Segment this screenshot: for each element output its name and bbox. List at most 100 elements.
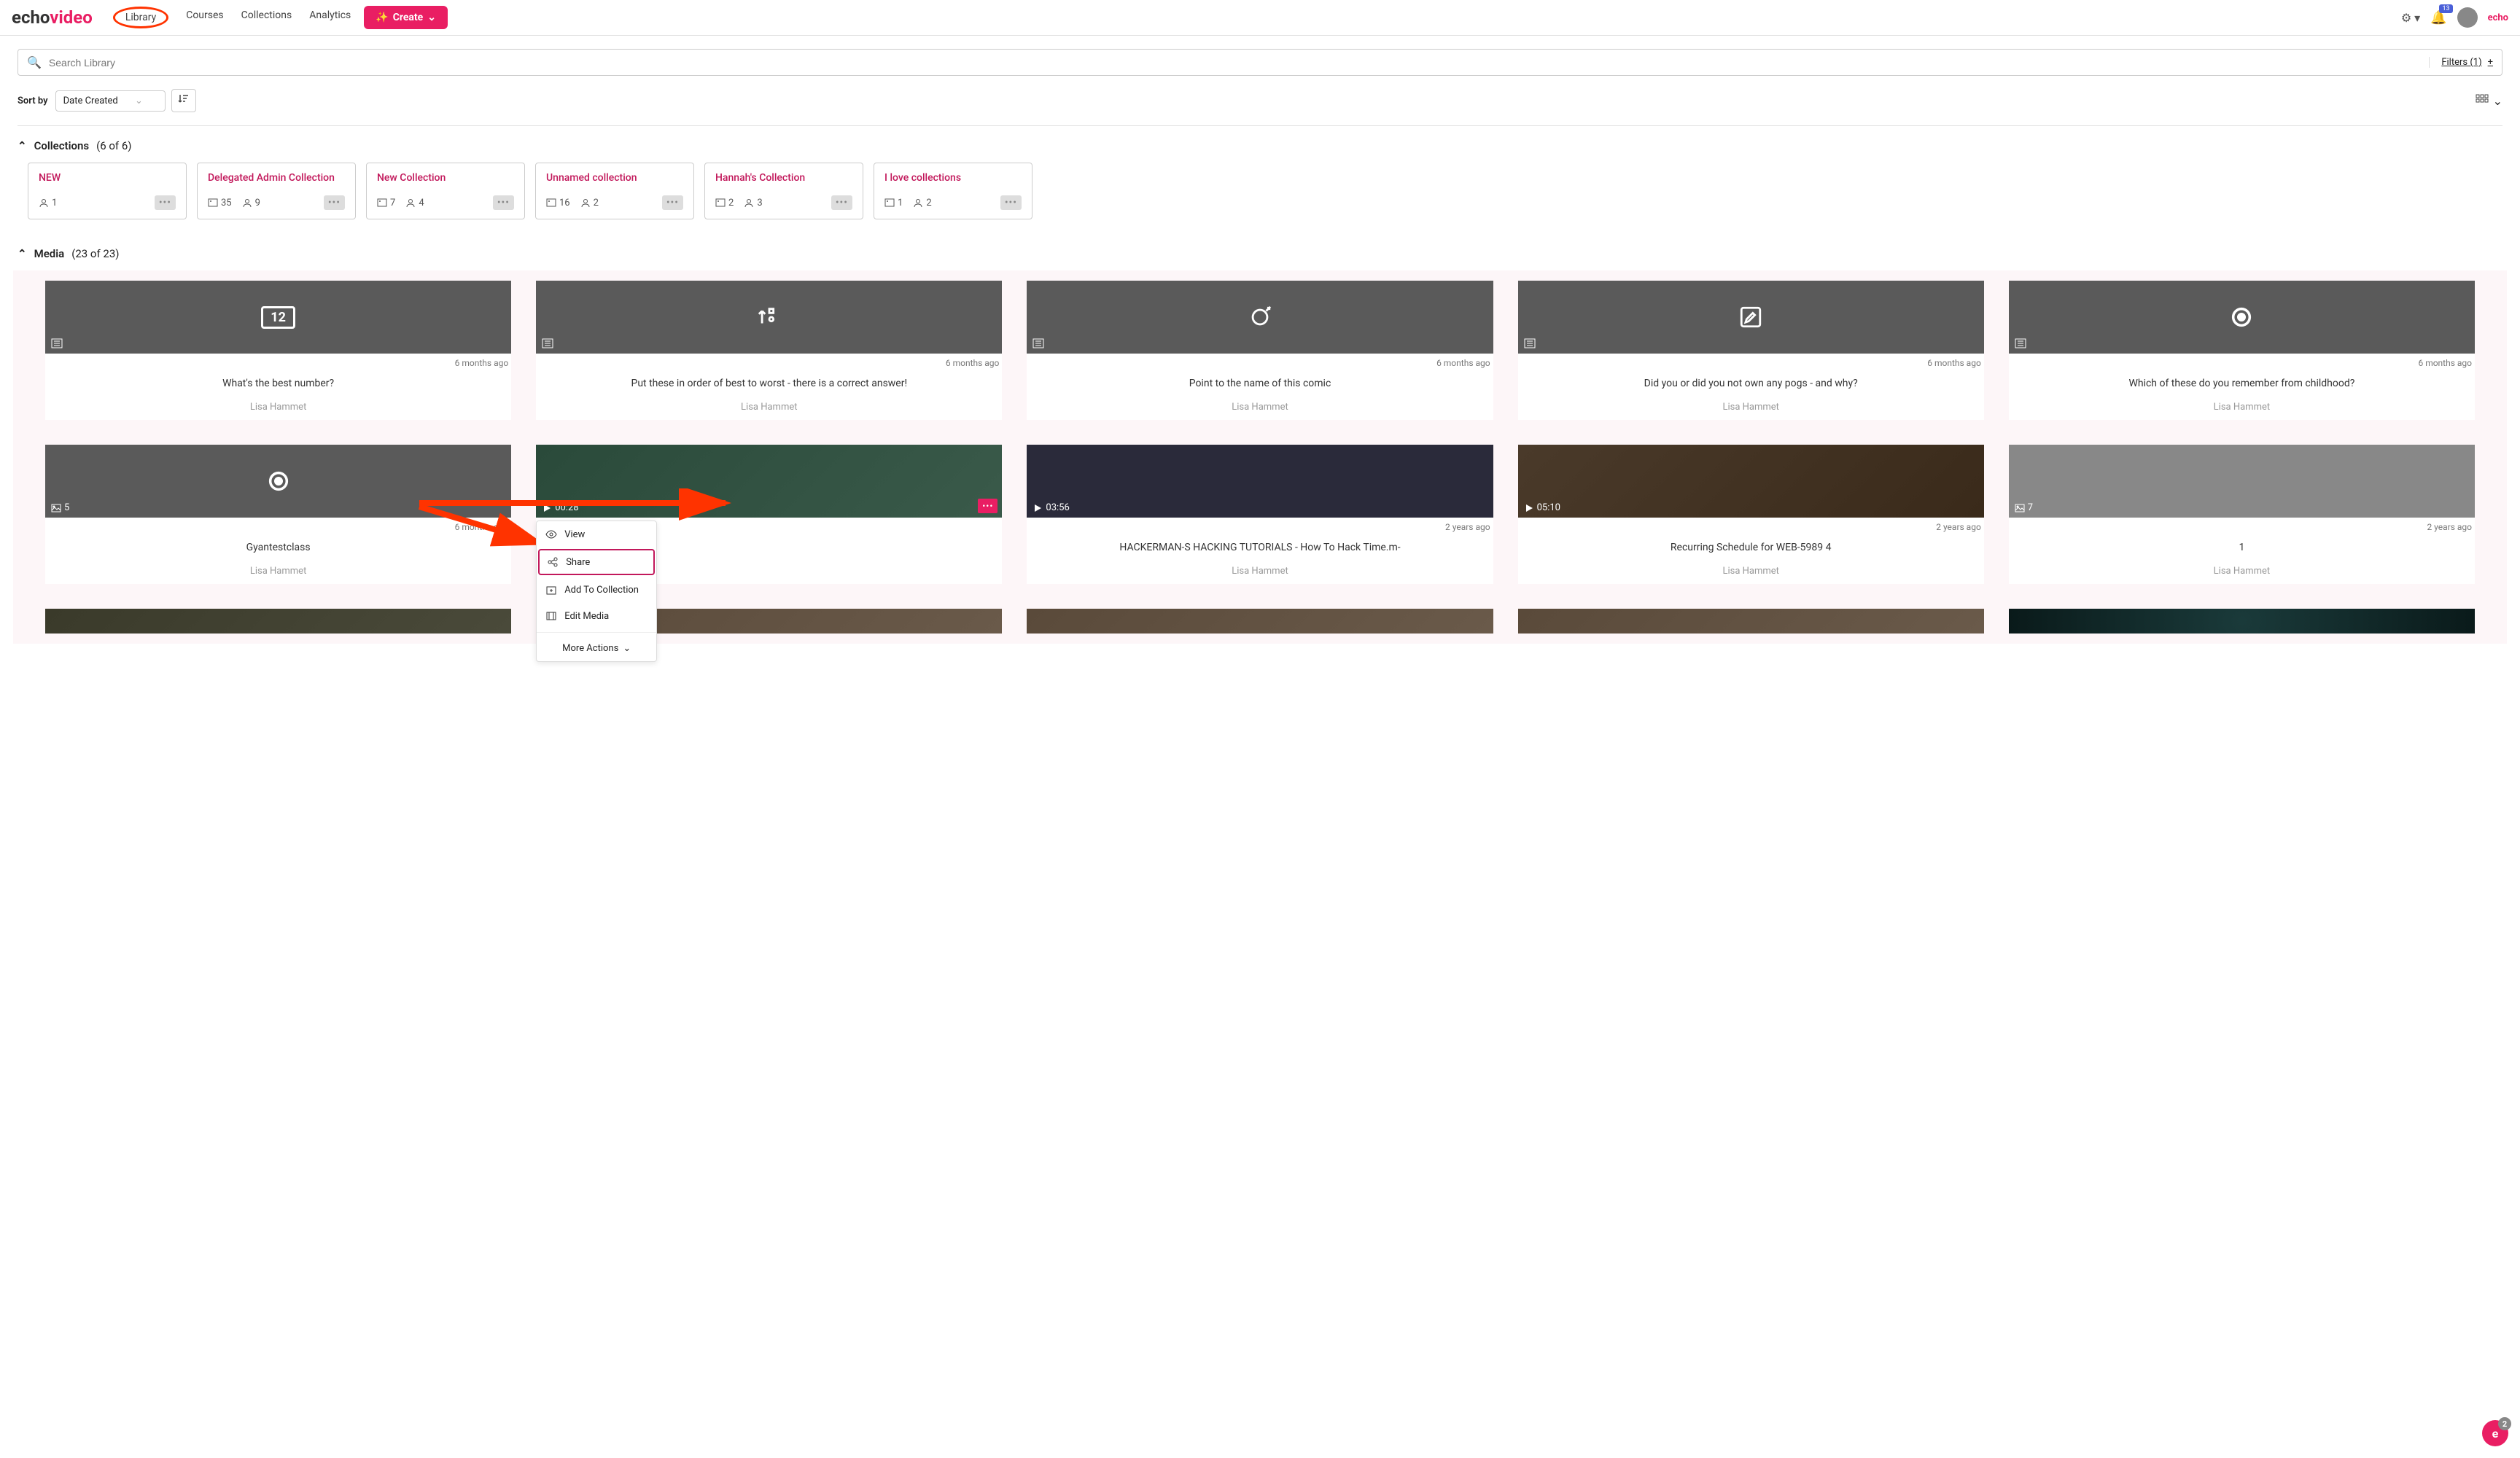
menu-share[interactable]: Share — [538, 549, 655, 575]
context-menu: View Share Add To Collection Edit Media … — [536, 521, 657, 662]
card-date: 6 months ago — [536, 354, 1002, 370]
media-card[interactable]: 6 months ago Did you or did you not own … — [1518, 281, 1984, 420]
thumbnail[interactable]: 5 — [45, 445, 511, 518]
collection-title[interactable]: New Collection — [377, 172, 514, 184]
search-input[interactable] — [49, 57, 2422, 69]
card-author[interactable]: Lisa Hammet — [1518, 561, 1984, 584]
card-title[interactable]: Did you or did you not own any pogs - an… — [1518, 370, 1984, 397]
collapse-icon[interactable]: ⌃ — [18, 139, 27, 152]
create-button[interactable]: ✨ Create ⌄ — [364, 6, 448, 29]
card-title[interactable]: Recurring Schedule for WEB-5989 4 — [1518, 534, 1984, 561]
collection-title[interactable]: NEW — [39, 172, 176, 184]
collection-card[interactable]: I love collections 1 2••• — [874, 163, 1032, 219]
thumbnail[interactable] — [45, 609, 511, 634]
nav-collections[interactable]: Collections — [241, 7, 292, 28]
collapse-icon[interactable]: ⌃ — [18, 247, 27, 260]
media-card[interactable]: 00:28••• View Share Add To Collection Ed… — [536, 445, 1002, 584]
collection-more-button[interactable]: ••• — [324, 195, 345, 210]
thumbnail[interactable] — [1518, 609, 1984, 634]
thumb-badge: 5 — [51, 502, 69, 513]
collection-title[interactable]: Hannah's Collection — [715, 172, 852, 184]
list-icon — [542, 338, 553, 349]
echo-small-logo[interactable]: echo — [2488, 12, 2508, 23]
collection-card[interactable]: Unnamed collection 16 2••• — [535, 163, 694, 219]
collection-more-button[interactable]: ••• — [662, 195, 683, 210]
eye-icon — [545, 529, 557, 540]
card-author[interactable]: Lisa Hammet — [2009, 561, 2475, 584]
nav-library[interactable]: Library — [113, 7, 168, 28]
bell-icon[interactable]: 🔔13 — [2430, 10, 2446, 26]
floating-help-button[interactable]: e 2 — [2482, 1420, 2508, 1446]
collection-card[interactable]: New Collection 7 4••• — [366, 163, 525, 219]
chevron-down-icon: ⌄ — [2493, 94, 2502, 108]
media-card[interactable] — [1027, 609, 1493, 634]
avatar[interactable] — [2457, 7, 2478, 28]
media-card[interactable]: 6 months ago Which of these do you remem… — [2009, 281, 2475, 420]
collection-more-button[interactable]: ••• — [1000, 195, 1022, 210]
sort-select[interactable]: Date Created ⌄ — [55, 90, 166, 112]
thumbnail[interactable]: 12 — [45, 281, 511, 354]
thumbnail[interactable] — [2009, 281, 2475, 354]
media-card[interactable]: 12 6 months ago What's the best number? … — [45, 281, 511, 420]
collection-title[interactable]: I love collections — [884, 172, 1022, 184]
media-card[interactable] — [1518, 609, 1984, 634]
menu-edit-media[interactable]: Edit Media — [537, 603, 656, 629]
card-author[interactable]: Lisa Hammet — [45, 561, 511, 584]
card-title[interactable]: 1 — [2009, 534, 2475, 561]
search-bar: 🔍 Filters (1) + — [18, 49, 2502, 76]
collection-more-button[interactable]: ••• — [831, 195, 852, 210]
collection-card[interactable]: Hannah's Collection 2 3••• — [704, 163, 863, 219]
nav-analytics[interactable]: Analytics — [309, 7, 351, 28]
thumbnail[interactable]: 03:56 — [1027, 445, 1493, 518]
collection-title[interactable]: Unnamed collection — [546, 172, 683, 184]
card-title[interactable]: Which of these do you remember from chil… — [2009, 370, 2475, 397]
filters-button[interactable]: Filters (1) + — [2429, 57, 2493, 68]
header-right: ⚙ ▾ 🔔13 echo — [2401, 7, 2508, 28]
media-icon — [715, 198, 726, 208]
collection-card[interactable]: NEW 1••• — [28, 163, 187, 219]
collection-title[interactable]: Delegated Admin Collection — [208, 172, 345, 184]
collection-more-button[interactable]: ••• — [155, 195, 176, 210]
media-card[interactable] — [45, 609, 511, 634]
media-card[interactable]: 05:10 2 years ago Recurring Schedule for… — [1518, 445, 1984, 584]
thumbnail[interactable] — [1027, 609, 1493, 634]
media-card[interactable] — [2009, 609, 2475, 634]
menu-view[interactable]: View — [537, 521, 656, 547]
card-author[interactable]: Lisa Hammet — [536, 397, 1002, 420]
nav-courses[interactable]: Courses — [186, 7, 223, 28]
card-author[interactable]: Lisa Hammet — [2009, 397, 2475, 420]
card-author[interactable]: Lisa Hammet — [45, 397, 511, 420]
card-author[interactable]: Lisa Hammet — [1518, 397, 1984, 420]
view-toggle[interactable]: ⌄ — [2476, 94, 2502, 108]
card-title[interactable]: Gyantestclass — [45, 534, 511, 561]
collection-more-button[interactable]: ••• — [493, 195, 514, 210]
card-title[interactable]: HACKERMAN-S HACKING TUTORIALS - How To H… — [1027, 534, 1493, 561]
card-author[interactable]: Lisa Hammet — [1027, 397, 1493, 420]
media-card[interactable]: 6 months ago Point to the name of this c… — [1027, 281, 1493, 420]
thumbnail[interactable] — [1518, 281, 1984, 354]
card-date: 2 years ago — [2009, 518, 2475, 534]
thumbnail[interactable]: 05:10 — [1518, 445, 1984, 518]
card-title[interactable]: Point to the name of this comic — [1027, 370, 1493, 397]
menu-more-actions[interactable]: More Actions⌄ — [537, 636, 656, 661]
media-more-button[interactable]: ••• — [978, 499, 998, 513]
menu-add-collection[interactable]: Add To Collection — [537, 577, 656, 603]
thumbnail[interactable]: 00:28••• — [536, 445, 1002, 518]
thumbnail[interactable] — [2009, 609, 2475, 634]
thumbnail[interactable] — [536, 281, 1002, 354]
media-card[interactable]: 5 6 months ago Gyantestclass Lisa Hammet — [45, 445, 511, 584]
collection-meta: 1••• — [39, 195, 176, 210]
sort-direction-button[interactable] — [171, 89, 196, 112]
thumbnail[interactable] — [1027, 281, 1493, 354]
card-title[interactable]: Put these in order of best to worst - th… — [536, 370, 1002, 397]
thumbnail[interactable]: 7 — [2009, 445, 2475, 518]
logo[interactable]: echovideo — [12, 7, 93, 28]
media-card[interactable]: 03:56 2 years ago HACKERMAN-S HACKING TU… — [1027, 445, 1493, 584]
media-grid: 12 6 months ago What's the best number? … — [13, 270, 2507, 644]
card-title[interactable]: What's the best number? — [45, 370, 511, 397]
collection-card[interactable]: Delegated Admin Collection 35 9••• — [197, 163, 356, 219]
card-author[interactable]: Lisa Hammet — [1027, 561, 1493, 584]
gear-icon[interactable]: ⚙ ▾ — [2401, 11, 2420, 25]
media-card[interactable]: 7 2 years ago 1 Lisa Hammet — [2009, 445, 2475, 584]
media-card[interactable]: 6 months ago Put these in order of best … — [536, 281, 1002, 420]
